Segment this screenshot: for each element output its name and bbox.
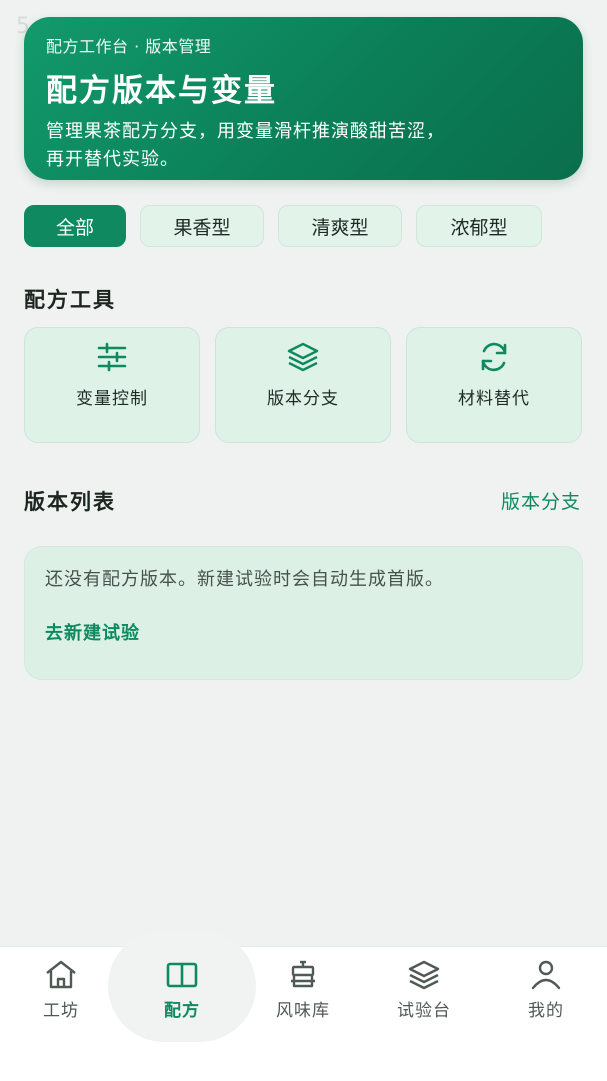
tab-test-bench[interactable]: 试验台 <box>369 958 479 1028</box>
tab-flavor-library[interactable]: 风味库 <box>248 958 358 1028</box>
tab-profile[interactable]: 我的 <box>491 958 601 1028</box>
tool-label: 材料替代 <box>458 389 530 409</box>
user-icon <box>531 960 561 990</box>
tool-material-substitute[interactable]: 材料替代 <box>406 327 582 443</box>
tab-label: 试验台 <box>397 1001 451 1021</box>
book-icon <box>166 962 198 988</box>
empty-state-card: 还没有配方版本。新建试验时会自动生成首版。 去新建试验 <box>24 546 583 680</box>
tab-label: 我的 <box>528 1001 564 1021</box>
filter-chips: 全部 果香型 清爽型 浓郁型 <box>24 205 542 247</box>
sliders-icon <box>97 342 127 372</box>
refresh-icon <box>481 342 507 372</box>
new-trial-link[interactable]: 去新建试验 <box>45 619 562 645</box>
hero-description-line-1: 管理果茶配方分支，用变量滑杆推演酸甜苦涩， <box>46 121 445 142</box>
hero-description: 管理果茶配方分支，用变量滑杆推演酸甜苦涩， 再开替代实验。 <box>46 118 561 174</box>
tab-recipe[interactable]: 配方 <box>127 958 237 1028</box>
layers-icon <box>408 960 440 990</box>
pot-icon <box>291 960 315 988</box>
tool-variable-control[interactable]: 变量控制 <box>24 327 200 443</box>
empty-message: 还没有配方版本。新建试验时会自动生成首版。 <box>45 569 444 590</box>
tab-label: 配方 <box>164 1001 200 1021</box>
hero-description-line-2: 再开替代实验。 <box>46 149 179 170</box>
tool-version-branch[interactable]: 版本分支 <box>215 327 391 443</box>
tool-label: 变量控制 <box>76 389 148 409</box>
tab-workshop[interactable]: 工坊 <box>6 958 116 1028</box>
tab-label: 风味库 <box>276 1001 330 1021</box>
tool-label: 版本分支 <box>267 389 339 409</box>
version-branch-link[interactable]: 版本分支 <box>501 487 581 514</box>
home-icon <box>46 960 76 989</box>
tool-grid: 变量控制 版本分支 材料替代 <box>24 327 582 443</box>
filter-chip-refreshing[interactable]: 清爽型 <box>278 205 402 247</box>
page-title: 配方版本与变量 <box>46 73 277 109</box>
hero-banner: 配方工作台 · 版本管理 配方版本与变量 管理果茶配方分支，用变量滑杆推演酸甜苦… <box>24 17 583 180</box>
filter-chip-rich[interactable]: 浓郁型 <box>416 205 542 247</box>
tab-label: 工坊 <box>43 1001 79 1021</box>
layers-icon <box>287 342 319 372</box>
versions-section-title: 版本列表 <box>24 490 116 514</box>
filter-chip-all[interactable]: 全部 <box>24 205 126 247</box>
filter-chip-fruity[interactable]: 果香型 <box>140 205 264 247</box>
tools-section-title: 配方工具 <box>24 288 116 312</box>
breadcrumb: 配方工作台 · 版本管理 <box>46 37 212 56</box>
